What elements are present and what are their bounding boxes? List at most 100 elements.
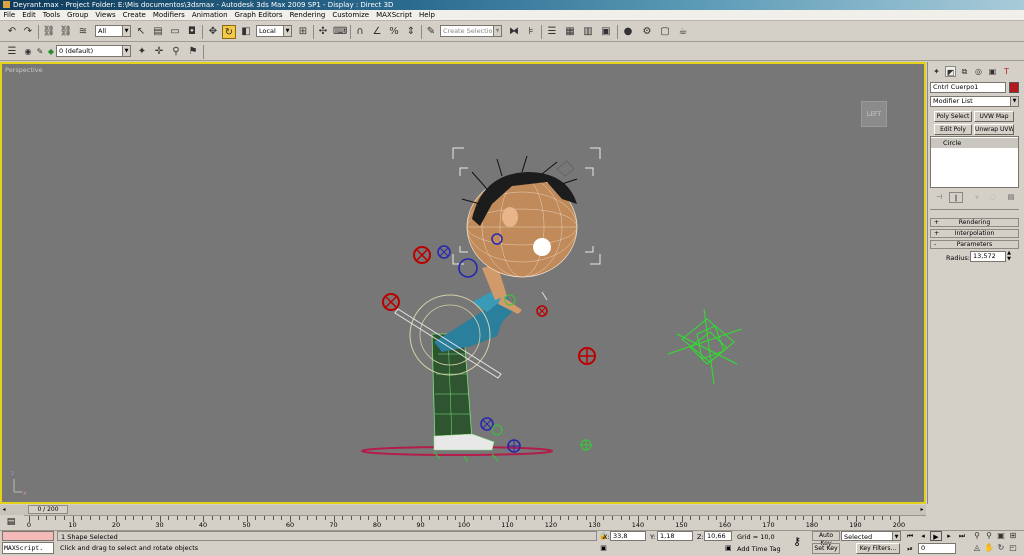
play-icon[interactable]: ▶ — [930, 531, 942, 541]
menu-graph-editors[interactable]: Graph Editors — [231, 10, 286, 21]
unlink-icon[interactable]: ⛓ — [59, 25, 73, 39]
curve-editor-icon[interactable]: ▥ — [581, 25, 595, 39]
object-name-field[interactable]: Cntrl Cuerpo1 — [930, 82, 1006, 93]
window-crossing-icon[interactable]: ◘ — [185, 25, 199, 39]
radius-spinner[interactable]: ▲ ▼ — [1006, 250, 1012, 262]
select-object-icon[interactable]: ↖ — [134, 25, 148, 39]
remove-modifier-icon[interactable]: ◌ — [986, 192, 1000, 203]
named-selection-sets-dropdown[interactable]: Create Selection Set▼ — [440, 25, 502, 37]
add-time-tag-button[interactable]: Add Time Tag — [737, 545, 781, 553]
y-coordinate-field[interactable]: 1,18 — [657, 531, 693, 541]
unwrap-uvw-button[interactable]: Unwrap UVW — [974, 124, 1014, 135]
utilities-tab-icon[interactable]: T — [1001, 66, 1012, 77]
x-coordinate-field[interactable]: 33,8 — [610, 531, 646, 541]
menu-tools[interactable]: Tools — [39, 10, 63, 21]
set-current-layer-icon[interactable]: ⚑ — [186, 45, 200, 59]
track-bar[interactable]: 0 10 20 30 40 50 60 70 80 90 100 110 120 130 140 150 160… — [24, 515, 926, 530]
menu-help[interactable]: Help — [416, 10, 439, 21]
key-mode-toggle-icon[interactable]: ⏯ — [904, 544, 916, 554]
configure-modifier-sets-icon[interactable]: ▤ — [1004, 192, 1018, 203]
rollout-parameters[interactable]: - Parameters — [930, 240, 1019, 249]
selection-filter-dropdown[interactable]: All ▼ — [95, 25, 131, 37]
zoom-icon[interactable]: ⚲ — [972, 531, 982, 541]
modify-tab-icon[interactable]: ◩ — [945, 66, 956, 77]
current-layer-dropdown[interactable]: 0 (default) ▼ — [56, 45, 131, 57]
maxscript-listener-output[interactable] — [2, 531, 54, 541]
reference-coordinate-dropdown[interactable]: Local ▼ — [256, 25, 292, 37]
pin-stack-icon[interactable]: ⊣ — [932, 192, 946, 203]
zoom-extents-icon[interactable]: ▣ — [996, 531, 1006, 541]
z-coordinate-field[interactable]: 10,66 — [704, 531, 732, 541]
menu-file[interactable]: File — [0, 10, 19, 21]
maximize-viewport-icon[interactable]: ◰ — [1008, 543, 1018, 553]
add-to-layer-icon[interactable]: ✛ — [152, 45, 166, 59]
angle-snap-icon[interactable]: ∠ — [370, 25, 384, 39]
time-slider[interactable]: 0 / 200 — [28, 505, 68, 514]
menu-create[interactable]: Create — [119, 10, 149, 21]
character-shoe[interactable] — [433, 433, 495, 451]
viewcube[interactable]: LEFT — [861, 101, 887, 127]
character-legs[interactable] — [431, 333, 473, 443]
absolute-mode-icon[interactable]: ▣ — [599, 544, 608, 553]
menu-modifiers[interactable]: Modifiers — [149, 10, 188, 21]
display-tab-icon[interactable]: ▣ — [987, 66, 998, 77]
menu-animation[interactable]: Animation — [188, 10, 231, 21]
motion-tab-icon[interactable]: ◎ — [973, 66, 984, 77]
auto-key-button[interactable]: Auto Key — [812, 531, 840, 547]
time-slider-track[interactable] — [0, 505, 926, 515]
go-to-end-icon[interactable]: ⏭ — [956, 531, 968, 541]
select-by-name-icon[interactable]: ▤ — [151, 25, 165, 39]
manipulate-icon[interactable]: ✣ — [316, 25, 330, 39]
select-in-layer-icon[interactable]: ⚲ — [169, 45, 183, 59]
move-icon[interactable]: ✥ — [206, 25, 220, 39]
render-production-icon[interactable]: ☕ — [676, 25, 690, 39]
create-tab-icon[interactable]: ✦ — [931, 66, 942, 77]
look-at-helper[interactable] — [556, 160, 575, 177]
orbit-icon[interactable]: ↻ — [996, 543, 1006, 553]
bind-space-warp-icon[interactable]: ≋ — [76, 25, 90, 39]
modifier-list-dropdown[interactable]: Modifier List ▼ — [930, 96, 1019, 107]
render-setup-icon[interactable]: ⚙ — [640, 25, 654, 39]
uvw-map-button[interactable]: UVW Map — [974, 111, 1014, 122]
menu-edit[interactable]: Edit — [19, 10, 40, 21]
scale-icon[interactable]: ◧ — [239, 25, 253, 39]
pan-icon[interactable]: ✋ — [984, 543, 994, 553]
create-layer-icon[interactable]: ✦ — [135, 45, 149, 59]
rollout-interpolation[interactable]: + Interpolation — [930, 229, 1019, 238]
make-unique-icon[interactable]: ∨ — [970, 192, 984, 203]
zoom-all-icon[interactable]: ⚲ — [984, 531, 994, 541]
menu-rendering[interactable]: Rendering — [286, 10, 329, 21]
set-key-icon[interactable]: ⚷ — [793, 535, 801, 548]
field-of-view-icon[interactable]: ◬ — [972, 543, 982, 553]
zoom-extents-all-icon[interactable]: ⊞ — [1008, 531, 1018, 541]
mini-curve-editor-icon[interactable]: ▤ — [2, 516, 20, 528]
redo-icon[interactable]: ↷ — [21, 25, 35, 39]
layers-icon[interactable]: ☰ — [5, 45, 19, 59]
viewport-label[interactable]: Perspective — [5, 66, 43, 74]
hierarchy-tab-icon[interactable]: ⧉ — [959, 66, 970, 77]
align-icon[interactable]: ⊧ — [524, 25, 538, 39]
set-key-button[interactable]: Set Key — [812, 543, 840, 554]
menu-group[interactable]: Group — [64, 10, 92, 21]
menu-maxscript[interactable]: MAXScript — [373, 10, 416, 21]
previous-frame-icon[interactable]: ◂ — [917, 531, 929, 541]
next-frame-icon[interactable]: ▸ — [918, 505, 926, 514]
rotate-icon[interactable]: ↻ — [222, 25, 236, 39]
maxscript-listener-input[interactable]: MAXScript. — [2, 542, 54, 554]
next-frame-icon[interactable]: ▸ — [943, 531, 955, 541]
perspective-viewport[interactable]: z x — [0, 62, 926, 504]
percent-snap-icon[interactable]: % — [387, 25, 401, 39]
key-selection-set-dropdown[interactable]: Selected ▼ — [841, 531, 901, 541]
time-tag-icon[interactable]: ▣ — [725, 544, 734, 553]
prev-frame-icon[interactable]: ◂ — [0, 505, 8, 514]
object-color-swatch[interactable] — [1009, 82, 1019, 93]
layer-manager-icon[interactable]: ☰ — [545, 25, 559, 39]
menu-views[interactable]: Views — [92, 10, 119, 21]
edit-poly-button[interactable]: Edit Poly — [934, 124, 972, 135]
edit-named-selection-icon[interactable]: ✎ — [424, 25, 438, 39]
show-end-result-icon[interactable]: ∥ — [949, 192, 963, 203]
schematic-view-icon[interactable]: ▣ — [599, 25, 613, 39]
keyboard-shortcut-icon[interactable]: ⌨ — [333, 25, 347, 39]
menu-customize[interactable]: Customize — [329, 10, 373, 21]
cube-helper[interactable] — [667, 308, 743, 385]
